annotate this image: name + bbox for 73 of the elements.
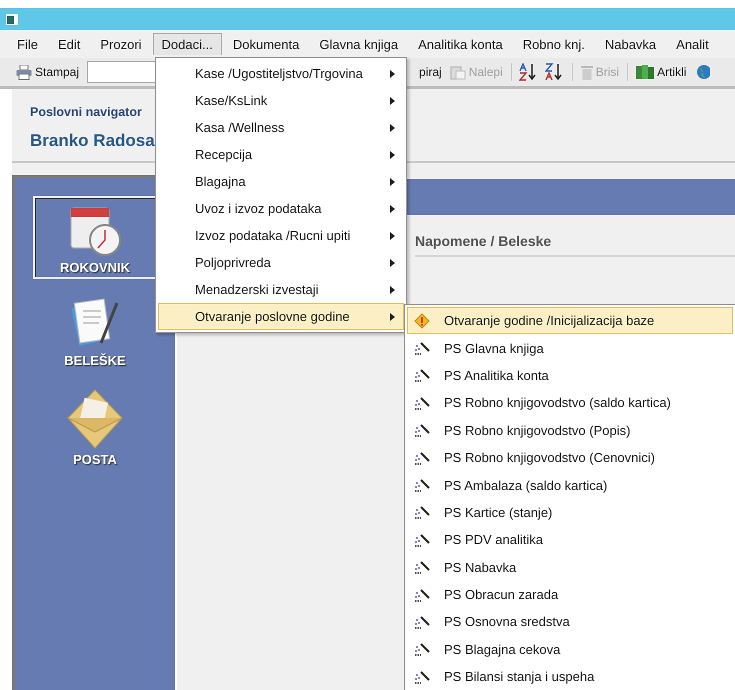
menu-item[interactable]: Analitika konta: [409, 33, 512, 55]
dropdown-menu-item[interactable]: Kasa /Wellness: [158, 114, 404, 141]
magic-wand-icon: [414, 477, 430, 494]
print-button[interactable]: Stampaj: [12, 62, 84, 82]
submenu-item[interactable]: PS Obracun zarada: [407, 580, 733, 608]
magic-wand-icon: [414, 422, 430, 438]
submenu-item[interactable]: PS Kartice (stanje): [407, 498, 733, 526]
envelope-icon: [66, 388, 124, 450]
magic-wand-icon: [414, 340, 430, 356]
menu-item[interactable]: Prozori: [91, 33, 151, 55]
magic-wand-icon: [414, 532, 430, 548]
submenu-arrow-icon: [390, 312, 395, 320]
menu-item[interactable]: Glavna knjiga: [310, 33, 408, 55]
menu-item[interactable]: File: [8, 33, 47, 55]
books-button[interactable]: Artikli: [632, 62, 690, 82]
magic-wand-icon: [414, 504, 430, 520]
notes-heading: Napomene / Beleske: [415, 233, 735, 257]
menu-item[interactable]: Dokumenta: [224, 33, 308, 55]
dropdown-menu-item[interactable]: Poljoprivreda: [158, 249, 404, 276]
app-icon: [6, 14, 18, 24]
user-name-title: Branko Radosa: [30, 131, 155, 151]
dropdown-menu-item[interactable]: Izvoz podataka /Rucni upiti: [158, 222, 404, 249]
trash-icon: [580, 64, 593, 80]
submenu-arrow-icon: [390, 178, 395, 186]
dropdown-menu-item[interactable]: Kase/KsLink: [158, 87, 404, 114]
submenu-item[interactable]: PS PDV analitika: [407, 526, 733, 554]
magic-wand-icon: [414, 367, 430, 384]
submenu-item[interactable]: PS Blagajna cekova: [407, 636, 733, 664]
dropdown-menu-item[interactable]: Kase /Ugostiteljstvo/Trgovina: [158, 60, 404, 87]
submenu-item[interactable]: PS Bilansi stanja i uspeha: [407, 663, 733, 690]
submenu-arrow-icon: [390, 258, 395, 266]
dropdown-menu-item[interactable]: Recepcija: [158, 141, 404, 168]
menu-item[interactable]: Analit: [667, 33, 718, 55]
submenu-item[interactable]: Otvaranje godine /Inicijalizacija baze: [407, 307, 733, 334]
clipboard-icon: [450, 64, 466, 80]
magic-wand-icon: [414, 614, 430, 630]
submenu-item[interactable]: PS Robno knjigovodstvo (Cenovnici): [407, 444, 733, 472]
menu-item[interactable]: Edit: [48, 33, 90, 55]
dropdown-menu-item[interactable]: Menadzerski izvestaji: [158, 276, 404, 303]
submenu-arrow-icon: [390, 232, 395, 240]
navigator-subtitle: Poslovni navigator: [30, 105, 142, 119]
submenu-item[interactable]: PS Osnovna sredstva: [407, 608, 733, 636]
submenu-item[interactable]: PS Glavna knjiga: [407, 334, 733, 362]
printer-icon: [16, 64, 32, 80]
submenu-arrow-icon: [390, 70, 395, 78]
submenu-item[interactable]: PS Robno knjigovodstvo (saldo kartica): [407, 389, 733, 417]
submenu-arrow-icon: [390, 96, 395, 104]
submenu-item[interactable]: PS Analitika konta: [407, 362, 733, 390]
submenu-item[interactable]: PS Ambalaza (saldo kartica): [407, 471, 733, 499]
toolbar-button[interactable]: piraj: [415, 63, 446, 81]
sidebar-item[interactable]: BELEŠKE: [33, 289, 157, 372]
magic-wand-icon: [414, 641, 430, 658]
dropdown-menu-item[interactable]: Blagajna: [158, 168, 404, 195]
submenu-arrow-icon: [390, 286, 395, 294]
magic-wand-icon: [414, 559, 430, 576]
globe-icon[interactable]: [696, 64, 710, 80]
submenu-arrow-icon: [390, 150, 395, 158]
submenu-item[interactable]: PS Robno knjigovodstvo (Popis): [407, 416, 733, 444]
magic-wand-icon: [414, 450, 430, 466]
menu-item[interactable]: Nabavka: [596, 33, 666, 55]
books-icon: [636, 64, 654, 80]
submenu-arrow-icon: [390, 124, 395, 132]
warning-icon: [414, 312, 430, 329]
menu-item[interactable]: Dodaci...: [152, 33, 222, 55]
submenu-item[interactable]: PS Nabavka: [407, 554, 733, 581]
dropdown-menu-item[interactable]: Otvaranje poslovne godine: [158, 303, 404, 330]
dropdown-menu-item[interactable]: Uvoz i izvoz podataka: [158, 195, 404, 222]
sidebar-item[interactable]: POSTA: [33, 382, 157, 471]
magic-wand-icon: [414, 394, 430, 411]
submenu-arrow-icon: [390, 204, 395, 212]
menu-item[interactable]: Robno knj.: [514, 33, 594, 55]
magic-wand-icon: [414, 586, 430, 603]
magic-wand-icon: [414, 668, 430, 685]
